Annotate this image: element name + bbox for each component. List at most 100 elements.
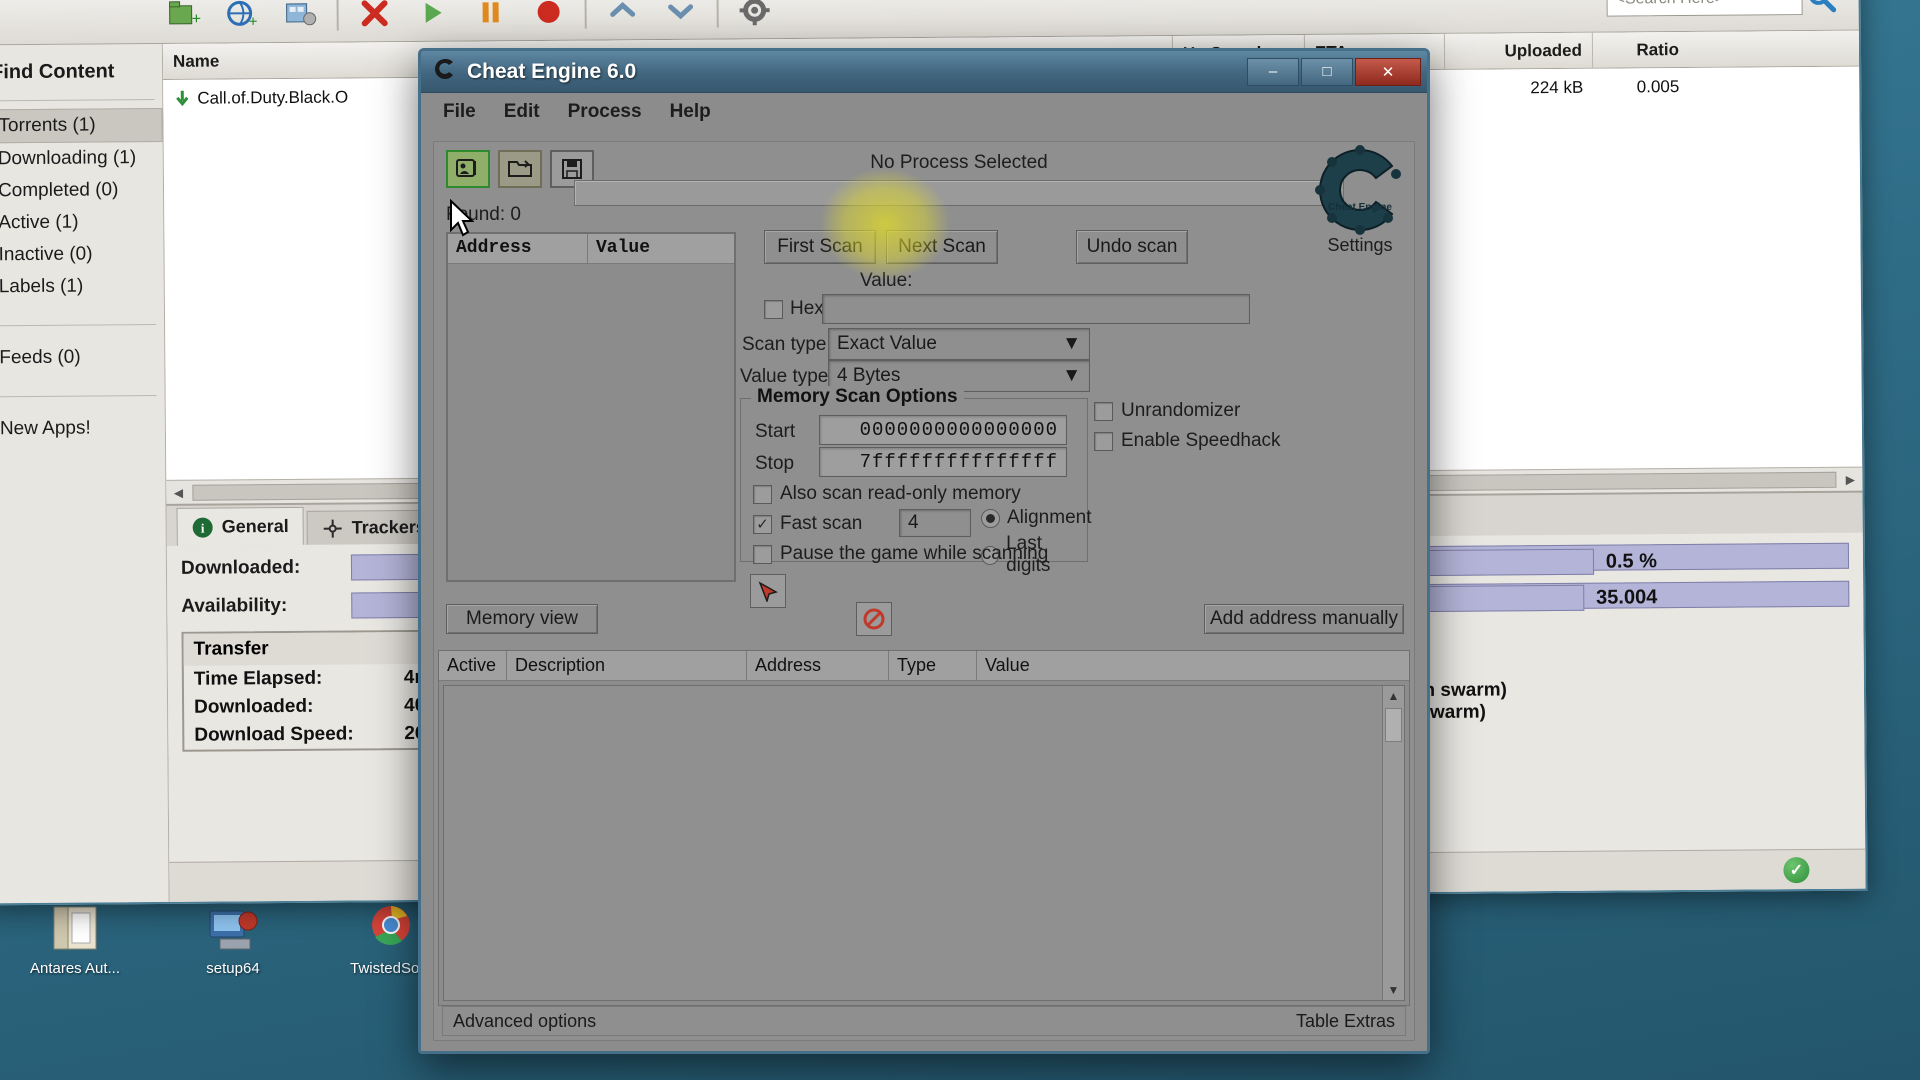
progress-value-1: 0.5 %	[1606, 550, 1657, 573]
readonly-memory-checkbox[interactable]	[753, 485, 772, 504]
remove-torrent-icon[interactable]	[352, 0, 396, 33]
scan-type-select[interactable]: Exact Value ▼	[828, 328, 1090, 360]
sidebar-item-active[interactable]: Active (1)	[0, 206, 163, 239]
move-up-icon[interactable]	[600, 0, 644, 31]
tab-label: Trackers	[352, 517, 426, 539]
search-icon[interactable]	[1806, 0, 1836, 18]
create-torrent-icon[interactable]	[278, 0, 322, 34]
sidebar-item-labels[interactable]: Labels (1)	[0, 270, 164, 303]
stop-address-input[interactable]: 7fffffffffffffff	[819, 447, 1067, 477]
scrollbar-thumb[interactable]	[1385, 708, 1402, 742]
search-input[interactable]: <Search Here>	[1606, 0, 1802, 17]
torrent-sidebar: Find Content Torrents (1) Downloading (1…	[0, 44, 170, 903]
column-header-ratio[interactable]: Ratio	[1593, 32, 1689, 68]
fast-scan-checkbox-row[interactable]: ✓ Fast scan	[753, 513, 862, 535]
ce-toolbar	[446, 150, 594, 188]
menu-help[interactable]: Help	[670, 101, 711, 123]
pause-game-checkbox-row[interactable]: Pause the game while scanning	[753, 543, 1048, 565]
column-header-value[interactable]: Value	[588, 234, 734, 263]
menu-process[interactable]: Process	[568, 101, 642, 123]
stop-torrent-icon[interactable]	[526, 0, 570, 32]
column-header-description[interactable]: Description	[507, 651, 747, 680]
column-header-type[interactable]: Type	[889, 651, 977, 680]
sidebar-item-inactive[interactable]: Inactive (0)	[0, 238, 164, 271]
scan-results-list[interactable]: Address Value	[446, 232, 736, 582]
scroll-up-icon[interactable]: ▲	[1383, 686, 1404, 706]
column-header-active[interactable]: Active	[439, 651, 507, 680]
cheat-engine-titlebar[interactable]: Cheat Engine 6.0 – □ ✕	[421, 51, 1427, 93]
folder-icon	[43, 898, 107, 956]
scroll-right-icon[interactable]: ▶	[1838, 472, 1862, 486]
sidebar-item-downloading[interactable]: Downloading (1)	[0, 142, 163, 175]
pointer-scan-button[interactable]	[750, 574, 786, 608]
scroll-left-icon[interactable]: ◀	[166, 485, 190, 499]
hex-checkbox-row[interactable]: Hex	[764, 298, 824, 320]
desktop-icon-setup64[interactable]: setup64	[178, 898, 288, 977]
value-type-value: 4 Bytes	[837, 365, 900, 387]
readonly-memory-checkbox-row[interactable]: Also scan read-only memory	[753, 483, 1021, 505]
first-scan-button[interactable]: First Scan	[764, 230, 876, 264]
menu-file[interactable]: File	[443, 101, 476, 123]
info-icon: i	[192, 516, 214, 538]
next-scan-button[interactable]: Next Scan	[886, 230, 998, 264]
start-address-input[interactable]: 0000000000000000	[819, 415, 1067, 445]
start-torrent-icon[interactable]	[410, 0, 454, 32]
mouse-cursor	[449, 199, 479, 246]
desktop-icon-antares[interactable]: Antares Aut...	[20, 898, 130, 977]
unrandomizer-row[interactable]: Unrandomizer	[1094, 400, 1240, 422]
sidebar-item-completed[interactable]: Completed (0)	[0, 174, 163, 207]
preferences-icon[interactable]	[732, 0, 776, 30]
add-torrent-icon[interactable]: +	[162, 0, 206, 34]
sidebar-item-new-apps[interactable]: New Apps!	[0, 412, 165, 445]
toolbar-separator	[716, 0, 718, 27]
svg-text:+: +	[249, 13, 258, 29]
tab-general[interactable]: i General	[177, 507, 304, 546]
hex-checkbox[interactable]	[764, 300, 783, 319]
chevron-down-icon[interactable]: ▼	[1062, 365, 1081, 387]
add-torrent-url-icon[interactable]: +	[220, 0, 264, 34]
column-header-value[interactable]: Value	[977, 651, 1097, 680]
deactivate-all-button[interactable]	[856, 602, 892, 636]
chrome-icon	[359, 898, 423, 956]
maximize-button[interactable]: □	[1301, 58, 1353, 86]
table-extras-link[interactable]: Table Extras	[1296, 1011, 1395, 1032]
address-table-body[interactable]: ▲ ▼	[443, 685, 1405, 1001]
column-header-address[interactable]: Address	[747, 651, 889, 680]
speedhack-row[interactable]: Enable Speedhack	[1094, 430, 1281, 452]
scroll-down-icon[interactable]: ▼	[1383, 980, 1404, 1000]
unrandomizer-checkbox[interactable]	[1094, 402, 1113, 421]
memory-scan-options-group: Memory Scan Options Start 00000000000000…	[740, 398, 1088, 562]
desktop-icon-label: Antares Aut...	[20, 960, 130, 977]
open-file-icon[interactable]	[498, 150, 542, 188]
move-down-icon[interactable]	[658, 0, 702, 31]
undo-scan-button[interactable]: Undo scan	[1076, 230, 1188, 264]
screen: Antares Aut... setup64	[0, 0, 1920, 1080]
sidebar-item-torrents[interactable]: Torrents (1)	[0, 108, 163, 143]
open-process-icon[interactable]	[446, 150, 490, 188]
speedhack-checkbox[interactable]	[1094, 432, 1113, 451]
search-placeholder: <Search Here>	[1616, 0, 1725, 9]
fast-scan-value-input[interactable]: 4	[899, 509, 971, 537]
unrandomizer-label: Unrandomizer	[1121, 400, 1240, 422]
settings-logo[interactable]: Cheat Engine Settings	[1312, 144, 1408, 256]
column-header-uploaded[interactable]: Uploaded	[1445, 33, 1593, 69]
advanced-options-link[interactable]: Advanced options	[453, 1011, 596, 1032]
minimize-button[interactable]: –	[1247, 58, 1299, 86]
sidebar-item-feeds[interactable]: Feeds (0)	[0, 341, 164, 374]
address-table-scrollbar[interactable]: ▲ ▼	[1382, 686, 1404, 1000]
toolbar-separator	[585, 0, 587, 28]
pause-game-checkbox[interactable]	[753, 545, 772, 564]
chevron-down-icon[interactable]: ▼	[1062, 333, 1081, 355]
cheat-engine-window: Cheat Engine 6.0 – □ ✕ File Edit Process…	[418, 48, 1430, 1054]
memory-view-button[interactable]: Memory view	[446, 604, 598, 634]
pause-torrent-icon[interactable]	[468, 0, 512, 32]
alignment-radio[interactable]	[981, 509, 1000, 528]
menu-edit[interactable]: Edit	[504, 101, 540, 123]
add-address-manually-button[interactable]: Add address manually	[1204, 604, 1404, 634]
results-header: Address Value	[448, 234, 734, 264]
menubar: File Edit Process Help	[421, 93, 1427, 129]
scan-value-input[interactable]	[822, 294, 1250, 324]
alignment-radio-row[interactable]: Alignment	[981, 507, 1092, 529]
close-button[interactable]: ✕	[1355, 58, 1421, 86]
fast-scan-checkbox[interactable]: ✓	[753, 515, 772, 534]
